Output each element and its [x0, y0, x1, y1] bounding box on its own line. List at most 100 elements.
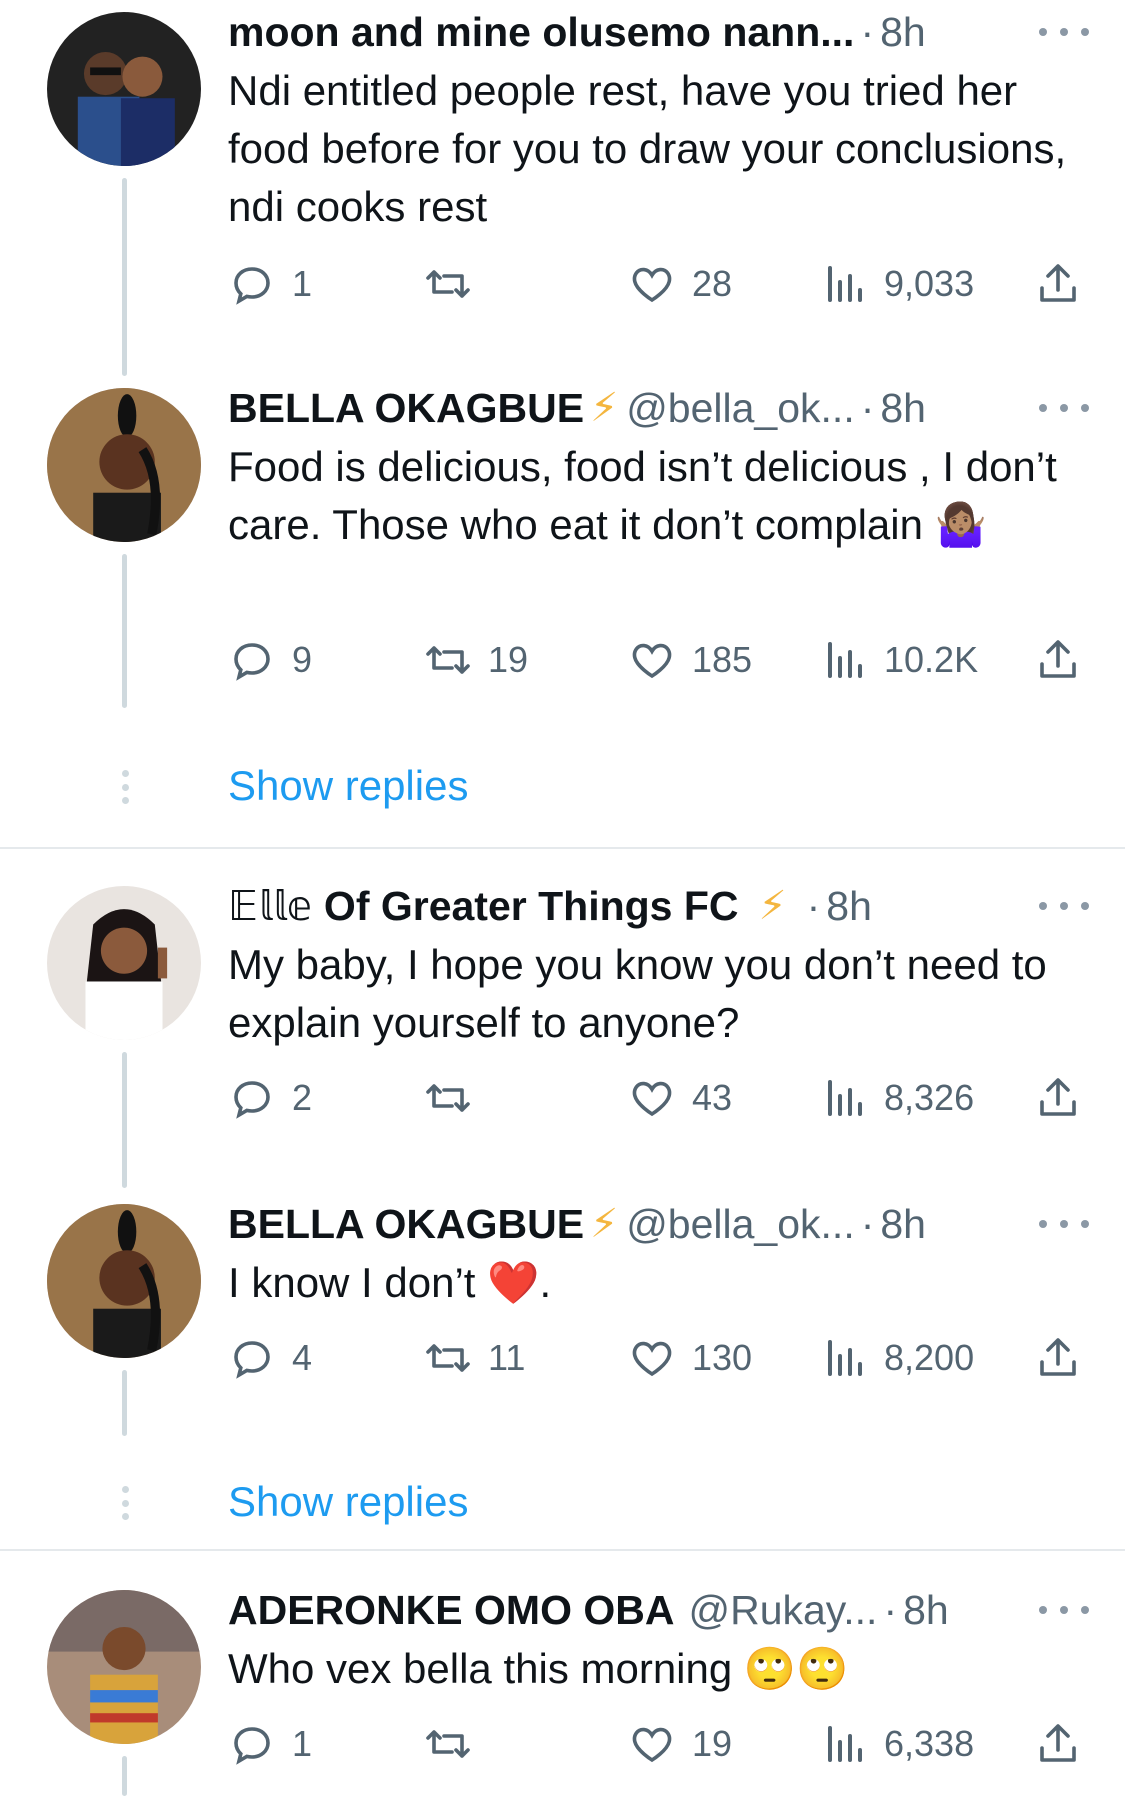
avatar[interactable] — [47, 12, 201, 166]
reply-button[interactable]: 9 — [228, 630, 312, 690]
views-icon — [828, 1340, 862, 1376]
like-count: 130 — [692, 1337, 753, 1378]
share-button[interactable] — [1034, 1328, 1082, 1388]
display-name[interactable]: moon and mine olusemo nann... — [228, 9, 854, 56]
display-name[interactable]: BELLA OKAGBUE — [228, 385, 584, 432]
like-button[interactable]: 19 — [628, 1714, 732, 1774]
display-name[interactable]: Of Greater Things FC — [324, 883, 739, 930]
avatar[interactable] — [47, 886, 201, 1040]
tweet-text-content: I know I don’t — [228, 1259, 476, 1306]
reply-icon — [234, 1341, 270, 1379]
thread-line — [122, 554, 127, 708]
tweet-actions: 9 19 185 10.2K — [228, 630, 1088, 690]
tweet-3[interactable]: 𝔼𝕝𝕝𝕖 Of Greater Things FC ⚡ · 8h My baby… — [0, 874, 1125, 1204]
divider — [0, 847, 1125, 849]
shrug-emoji: 🤷🏽‍♀️ — [934, 500, 987, 549]
tweet-actions: 4 11 130 8,200 — [228, 1328, 1088, 1388]
tweet-text-content: My baby, I hope you know you don’t need … — [228, 941, 1047, 1046]
retweet-button[interactable] — [424, 1714, 488, 1774]
more-icon[interactable] — [1039, 1590, 1089, 1630]
tweet-header: 𝔼𝕝𝕝𝕖 Of Greater Things FC ⚡ · 8h — [228, 876, 1085, 936]
views-button[interactable]: 8,326 — [820, 1068, 974, 1128]
retweet-button[interactable] — [424, 254, 488, 314]
views-icon — [828, 266, 862, 302]
display-name-prefix[interactable]: 𝔼𝕝𝕝𝕖 — [228, 882, 312, 930]
tweet-text: I know I don’t ❤️. — [228, 1254, 1085, 1312]
thread-continuation-dots — [120, 770, 130, 804]
retweet-icon — [426, 1730, 470, 1758]
reply-button[interactable]: 2 — [228, 1068, 312, 1128]
handle[interactable]: @Rukay... — [688, 1587, 877, 1634]
retweet-icon — [426, 1344, 470, 1372]
like-count: 43 — [692, 1077, 733, 1118]
avatar[interactable] — [47, 388, 201, 542]
tweet-4[interactable]: BELLA OKAGBUE ⚡ @bella_ok... · 8h I know… — [0, 1192, 1125, 1532]
like-button[interactable]: 185 — [628, 630, 752, 690]
timestamp[interactable]: 8h — [880, 385, 926, 432]
more-icon[interactable] — [1039, 1204, 1089, 1244]
separator: · — [806, 882, 821, 929]
tweet-text: Who vex bella this morning 🙄🙄 — [228, 1640, 1085, 1698]
handle[interactable]: @bella_ok... — [626, 385, 855, 432]
reply-button[interactable]: 4 — [228, 1328, 312, 1388]
reply-count: 9 — [292, 639, 313, 680]
heart-emoji: ❤️ — [487, 1258, 540, 1307]
share-button[interactable] — [1034, 1714, 1082, 1774]
divider — [0, 1549, 1125, 1551]
separator: · — [860, 8, 875, 55]
thread-line — [122, 1052, 127, 1188]
thread-line — [122, 178, 127, 376]
separator: · — [883, 1586, 898, 1633]
tweet-5[interactable]: ADERONKE OMO OBA @Rukay... · 8h Who vex … — [0, 1578, 1125, 1796]
avatar[interactable] — [47, 1590, 201, 1744]
tweet-1[interactable]: moon and mine olusemo nann... · 8h Ndi e… — [0, 0, 1125, 376]
retweet-button[interactable]: 19 — [424, 630, 528, 690]
tweet-actions: 2 43 8,326 — [228, 1068, 1088, 1128]
reply-icon — [234, 267, 270, 305]
like-icon — [632, 267, 672, 303]
like-button[interactable]: 130 — [628, 1328, 752, 1388]
avatar[interactable] — [47, 1204, 201, 1358]
like-button[interactable]: 43 — [628, 1068, 732, 1128]
verified-bolt-icon: ⚡ — [590, 1202, 619, 1246]
timestamp[interactable]: 8h — [880, 9, 926, 56]
retweet-button[interactable] — [424, 1068, 488, 1128]
tweet-2[interactable]: BELLA OKAGBUE ⚡ @bella_ok... · 8h Food i… — [0, 376, 1125, 809]
views-button[interactable]: 6,338 — [820, 1714, 974, 1774]
views-icon — [828, 642, 862, 678]
like-button[interactable]: 28 — [628, 254, 732, 314]
display-name[interactable]: BELLA OKAGBUE — [228, 1201, 584, 1248]
reply-button[interactable]: 1 — [228, 254, 312, 314]
reply-icon — [234, 1081, 270, 1119]
views-count: 8,326 — [884, 1077, 975, 1118]
views-count: 10.2K — [884, 639, 979, 680]
more-icon[interactable] — [1039, 12, 1089, 52]
retweet-count: 11 — [488, 1337, 526, 1378]
tweet-text-suffix: . — [539, 1259, 552, 1306]
show-replies-link[interactable]: Show replies — [228, 762, 468, 810]
views-button[interactable]: 10.2K — [820, 630, 978, 690]
more-icon[interactable] — [1039, 388, 1089, 428]
reply-button[interactable]: 1 — [228, 1714, 312, 1774]
views-button[interactable]: 8,200 — [820, 1328, 974, 1388]
share-button[interactable] — [1034, 630, 1082, 690]
show-replies-link[interactable]: Show replies — [228, 1478, 468, 1526]
tweet-text: Ndi entitled people rest, have you tried… — [228, 62, 1085, 236]
timestamp[interactable]: 8h — [903, 1587, 949, 1634]
display-name[interactable]: ADERONKE OMO OBA — [228, 1587, 674, 1634]
share-button[interactable] — [1034, 1068, 1082, 1128]
retweet-button[interactable]: 11 — [424, 1328, 525, 1388]
like-count: 28 — [692, 263, 733, 304]
thread-line — [122, 1756, 127, 1796]
handle[interactable]: @bella_ok... — [626, 1201, 855, 1248]
share-icon — [1040, 1338, 1076, 1376]
reply-icon — [234, 643, 270, 681]
more-icon[interactable] — [1039, 886, 1089, 926]
timestamp[interactable]: 8h — [826, 883, 872, 930]
tweet-text: My baby, I hope you know you don’t need … — [228, 936, 1085, 1052]
timestamp[interactable]: 8h — [880, 1201, 926, 1248]
views-button[interactable]: 9,033 — [820, 254, 974, 314]
eye-roll-emoji: 🙄🙄 — [743, 1644, 849, 1693]
share-button[interactable] — [1034, 254, 1082, 314]
views-count: 8,200 — [884, 1337, 975, 1378]
